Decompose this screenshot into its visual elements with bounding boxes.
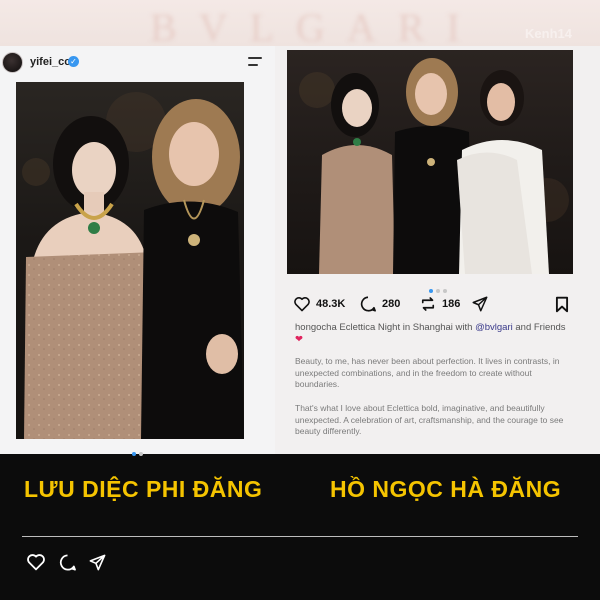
share-icon[interactable]: [471, 295, 489, 313]
post-photo[interactable]: [16, 82, 244, 439]
carousel-dot: [442, 289, 447, 293]
left-instagram-post: yifei_cc ✓: [0, 46, 275, 456]
comment-icon[interactable]: [359, 295, 377, 313]
caption-tail: and Friends: [512, 322, 566, 333]
carousel-dot: [428, 289, 433, 293]
username[interactable]: yifei_cc: [30, 56, 70, 68]
comment-icon[interactable]: [58, 553, 77, 572]
watermark-brand: Kenh14: [525, 26, 572, 41]
reposts-count: 186: [442, 298, 461, 310]
comments-count: 280: [382, 298, 401, 310]
likes-count: 48.3K: [316, 298, 346, 310]
caption-username[interactable]: hongocha: [295, 322, 337, 333]
post-header: yifei_cc ✓: [0, 46, 275, 82]
carousel-dot: [132, 452, 136, 456]
comment-action[interactable]: 280: [359, 294, 400, 314]
caption-mention[interactable]: @bvlgari: [475, 322, 513, 333]
repost-icon[interactable]: [419, 295, 437, 313]
heart-icon[interactable]: [26, 553, 46, 571]
share-action[interactable]: [471, 294, 489, 314]
verified-icon: ✓: [68, 56, 79, 67]
right-label: HỒ NGỌC HÀ ĐĂNG: [330, 476, 562, 502]
caption-paragraph-2: That's what I love about Eclettica bold,…: [295, 403, 564, 436]
post-actions: 48.3K 280 186: [293, 294, 585, 314]
menu-icon[interactable]: [248, 57, 262, 67]
blurred-backdrop: BVLGARI Kenh14: [0, 0, 600, 46]
carousel-indicator: [275, 280, 600, 293]
post-caption: hongocha Eclettica Night in Shanghai wit…: [295, 322, 575, 346]
caption-paragraph-1: Beauty, to me, has never been about perf…: [295, 356, 560, 389]
bookmark-icon[interactable]: [555, 296, 569, 313]
like-action[interactable]: 48.3K: [293, 294, 345, 314]
heart-emoji: ❤: [295, 334, 303, 345]
repost-action[interactable]: 186: [419, 294, 460, 314]
carousel-indicator: [0, 443, 275, 456]
share-icon[interactable]: [88, 553, 107, 572]
avatar[interactable]: [2, 52, 23, 73]
post-photo[interactable]: [287, 50, 573, 274]
carousel-dot: [139, 452, 143, 456]
left-label: LƯU DIỆC PHI ĐĂNG: [24, 476, 263, 502]
bookmark-action[interactable]: [555, 294, 569, 314]
caption-text: Eclettica Night in Shanghai with: [336, 322, 476, 333]
heart-icon[interactable]: [293, 296, 311, 312]
carousel-dot: [435, 289, 440, 293]
divider: [22, 536, 578, 537]
right-instagram-post: 48.3K 280 186 hongocha Eclettica Night i: [275, 46, 600, 454]
backdrop-ghost-text: BVLGARI: [150, 5, 482, 46]
